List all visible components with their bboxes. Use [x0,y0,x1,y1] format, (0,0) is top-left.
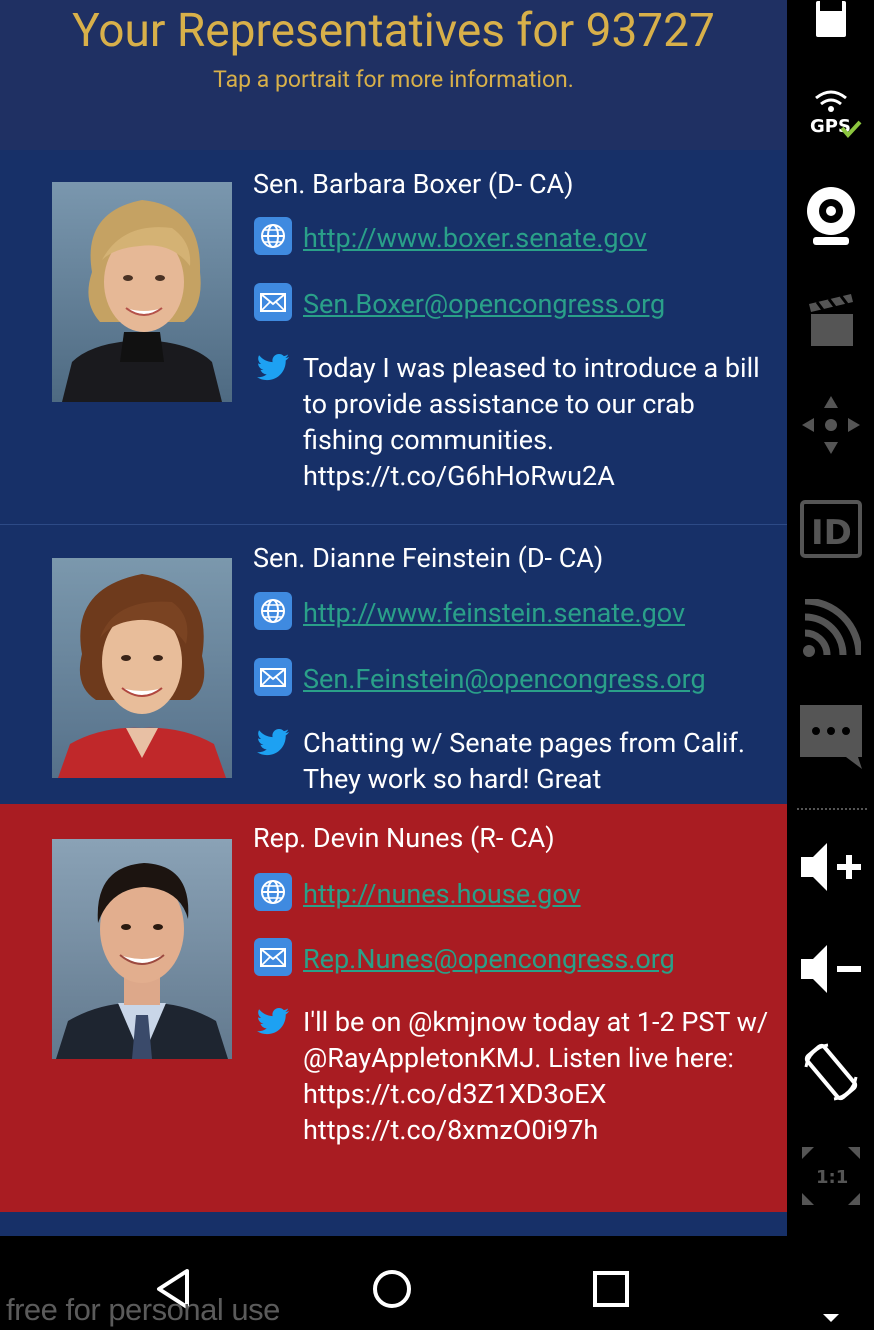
app-screen: Your Representatives for 93727 Tap a por… [0,0,787,1236]
sms-icon[interactable] [787,700,874,772]
envelope-icon [253,282,293,322]
scroll-down-icon[interactable] [787,1306,874,1330]
battery-icon[interactable] [787,0,874,40]
email-row: Rep.Nunes@opencongress.org [253,937,777,981]
website-link[interactable]: http://www.feinstein.senate.gov [303,597,685,629]
twitter-bird-icon [253,723,293,763]
volume-down-icon[interactable] [787,936,874,1002]
svg-text:ID: ID [811,513,852,553]
recents-icon[interactable] [586,1264,636,1314]
envelope-icon [253,657,293,697]
website-row: http://nunes.house.gov [253,872,777,916]
id-icon[interactable]: ID [787,496,874,562]
watermark-text: free for personal use [6,1292,280,1327]
scale-icon[interactable]: 1:1 [787,1140,874,1212]
card-divider [0,524,787,525]
representative-name: Sen. Dianne Feinstein (D- CA) [253,542,604,574]
tweet-text: Chatting w/ Senate pages from Calif. The… [303,727,745,795]
website-link[interactable]: http://nunes.house.gov [303,878,581,910]
website-row: http://www.boxer.senate.gov [253,216,777,260]
home-icon[interactable] [367,1264,417,1314]
twitter-bird-icon [253,1002,293,1042]
page-subtitle: Tap a portrait for more information. [213,66,574,93]
representative-card-nunes: Rep. Devin Nunes (R- CA) http://nunes.ho… [0,804,787,1212]
representative-card-feinstein: Sen. Dianne Feinstein (D- CA) http://www… [0,524,787,804]
representative-name: Sen. Barbara Boxer (D- CA) [253,168,574,200]
email-link[interactable]: Sen.Feinstein@opencongress.org [303,663,706,695]
portrait-feinstein[interactable] [52,558,232,778]
globe-icon [253,591,293,631]
gps-icon[interactable]: GPS [787,84,874,144]
tweet-text: Today I was pleased to introduce a bill … [303,352,760,492]
tweet-row: I'll be on @kmjnow today at 1-2 PST w/ @… [253,1002,777,1202]
toolbar-divider [797,808,867,810]
portrait-boxer[interactable] [52,182,232,402]
emulator-toolbar: GPS ID 1:1 [787,0,874,1330]
email-link[interactable]: Sen.Boxer@opencongress.org [303,288,665,320]
tweet-row: Chatting w/ Senate pages from Calif. The… [253,723,777,804]
twitter-bird-icon [253,348,293,388]
globe-icon [253,872,293,912]
header: Your Representatives for 93727 Tap a por… [0,0,787,150]
globe-icon [253,216,293,256]
website-row: http://www.feinstein.senate.gov [253,591,777,635]
page-title: Your Representatives for 93727 [72,4,715,58]
rotate-icon[interactable] [787,1036,874,1108]
next-card-peek [0,1212,787,1236]
tweet-text: I'll be on @kmjnow today at 1-2 PST w/ @… [303,1006,769,1146]
website-link[interactable]: http://www.boxer.senate.gov [303,222,647,254]
clapperboard-icon[interactable] [787,288,874,352]
svg-text:1:1: 1:1 [816,1167,848,1188]
volume-up-icon[interactable] [787,834,874,900]
email-row: Sen.Feinstein@opencongress.org [253,657,777,701]
representative-card-boxer: Sen. Barbara Boxer (D- CA) http://www.bo… [0,150,787,524]
webcam-icon[interactable] [787,184,874,250]
representative-name: Rep. Devin Nunes (R- CA) [253,822,555,854]
email-row: Sen.Boxer@opencongress.org [253,282,777,326]
tweet-row: Today I was pleased to introduce a bill … [253,348,777,508]
portrait-nunes[interactable] [52,839,232,1059]
email-link[interactable]: Rep.Nunes@opencongress.org [303,943,675,975]
cast-icon[interactable] [787,596,874,662]
dpad-icon[interactable] [787,390,874,460]
envelope-icon [253,937,293,977]
